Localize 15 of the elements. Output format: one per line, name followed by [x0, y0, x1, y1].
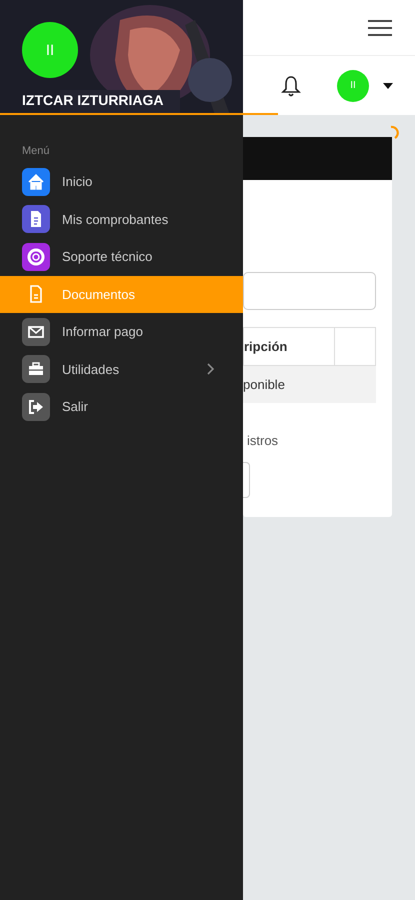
menu-item[interactable]: Salir [0, 388, 243, 426]
input-field[interactable] [243, 272, 376, 310]
user-name: IZTCAR IZTURRIAGA [22, 92, 164, 108]
table-cell-text: ponible [243, 376, 286, 394]
records-text: istros [246, 433, 280, 448]
menu-heading: Menú [21, 144, 51, 159]
menu-item[interactable]: Informar pago [0, 313, 243, 350]
menu-icon[interactable] [368, 18, 392, 36]
bell-icon[interactable] [281, 74, 301, 96]
menu-item[interactable]: Mis comprobantes [0, 200, 243, 238]
menu-item[interactable]: Utilidades [0, 350, 243, 388]
menu-item[interactable]: Soporte técnico [0, 238, 243, 276]
column-header: ripción [244, 338, 288, 356]
menu-item[interactable]: Inicio [0, 163, 243, 200]
caret-icon[interactable] [383, 82, 393, 88]
